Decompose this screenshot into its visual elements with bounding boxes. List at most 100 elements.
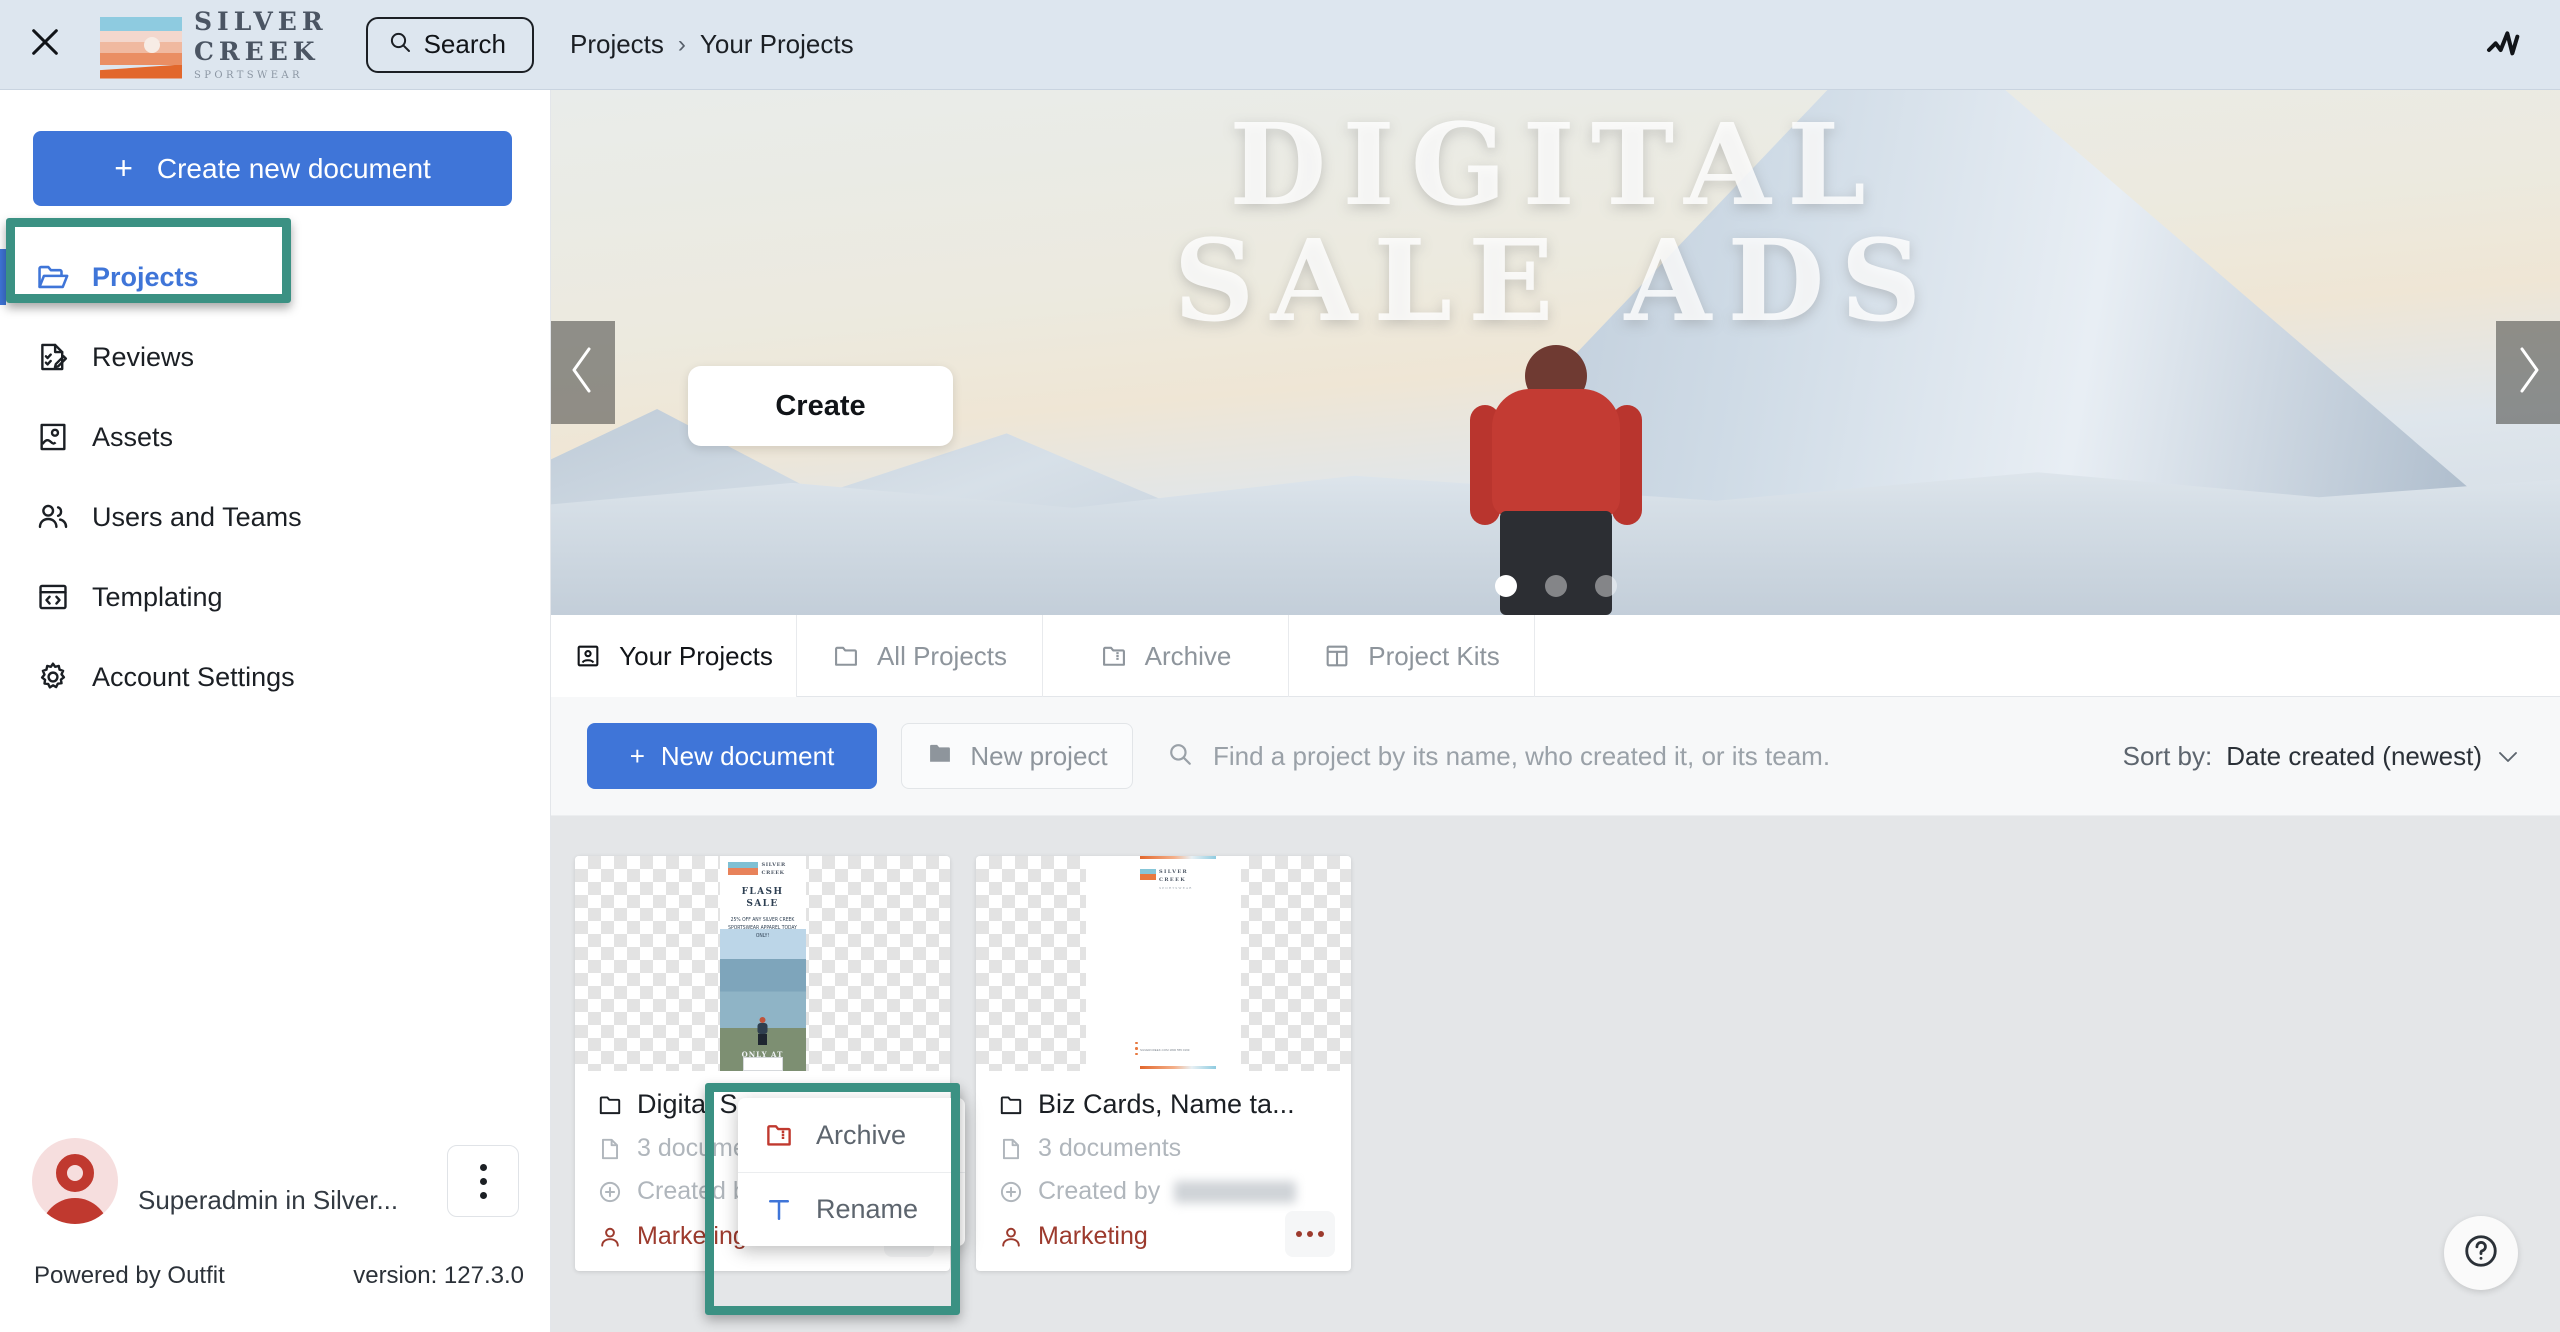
projects-toolbar: + New document New project Find a projec… <box>551 697 2560 816</box>
user-menu-button[interactable] <box>447 1145 519 1217</box>
tab-label: Your Projects <box>619 640 773 671</box>
context-menu-item-label: Rename <box>816 1194 919 1224</box>
project-tabs: Your Projects All Projects Archive Proje… <box>551 615 2560 697</box>
tab-label: All Projects <box>876 640 1008 671</box>
tab-label: Archive <box>1144 640 1232 671</box>
thumbnail-artwork-letterhead: SILVER CREEK SPORTSWEAR SILVERCREEK.COM … <box>1086 856 1241 1071</box>
sort-by-dropdown[interactable]: Sort by: Date created (newest) <box>2123 741 2520 772</box>
tab-all-projects[interactable]: All Projects <box>797 615 1043 697</box>
powered-by-label: Powered by Outfit <box>34 1262 225 1289</box>
tab-archive[interactable]: Archive <box>1043 615 1289 697</box>
tab-your-projects[interactable]: Your Projects <box>551 615 797 697</box>
person-icon <box>998 1224 1024 1250</box>
question-circle-icon <box>2462 1232 2500 1275</box>
sidebar-item-users-and-teams[interactable]: Users and Teams <box>0 477 551 557</box>
kebab-dot <box>479 1191 487 1199</box>
user-role: Superadmin in Silver... <box>138 1185 399 1215</box>
carousel-dot-3[interactable] <box>1594 575 1617 597</box>
document-count-label: 3 documents <box>1038 1134 1182 1162</box>
chevron-left-icon <box>565 344 601 401</box>
user-profile-row[interactable]: Superadmin in Silver... <box>32 1138 519 1224</box>
carousel-dot-2[interactable] <box>1544 575 1567 597</box>
carousel-dots <box>1494 575 1617 597</box>
folder-open-icon <box>36 260 70 294</box>
carousel-next-button[interactable] <box>2496 321 2560 424</box>
plus-icon: + <box>629 740 645 771</box>
sidebar-nav: Projects Reviews Assets Users and Teams … <box>0 237 551 717</box>
find-project-placeholder: Find a project by its name, who created … <box>1213 740 1831 771</box>
project-card-more-button[interactable] <box>1285 1211 1335 1257</box>
kit-icon <box>1323 642 1351 670</box>
sidebar-item-label: Users and Teams <box>92 501 302 532</box>
sort-by-label: Sort by: <box>2122 740 2213 771</box>
folder-icon <box>832 642 860 670</box>
create-new-document-button[interactable]: + Create new document <box>33 131 512 206</box>
context-menu-item-archive[interactable]: Archive <box>738 1098 965 1172</box>
project-card[interactable]: SILVER CREEK SPORTSWEAR SILVERCREEK.COM … <box>976 856 1351 1271</box>
hero-create-button[interactable]: Create <box>688 366 953 446</box>
dot <box>1307 1231 1313 1237</box>
carousel-prev-button[interactable] <box>551 321 615 424</box>
chevron-right-icon <box>2510 344 2546 401</box>
team-name: Marketing <box>1038 1222 1148 1250</box>
help-button[interactable] <box>2444 1216 2518 1290</box>
archive-folder-icon <box>764 1120 794 1150</box>
sidebar-item-account-settings[interactable]: Account Settings <box>0 637 551 717</box>
close-button[interactable] <box>0 0 90 90</box>
person-icon <box>597 1224 623 1250</box>
text-cursor-icon <box>764 1195 794 1225</box>
sidebar-item-label: Account Settings <box>92 661 295 692</box>
breadcrumb-root[interactable]: Projects <box>570 29 664 60</box>
new-project-label: New project <box>970 740 1108 771</box>
breadcrumb-current[interactable]: Your Projects <box>700 29 854 60</box>
created-icon <box>998 1179 1024 1205</box>
create-new-document-label: Create new document <box>156 152 431 184</box>
brand-name-line1: SILVER <box>194 6 328 36</box>
sidebar-item-reviews[interactable]: Reviews <box>0 317 551 397</box>
carousel-dot-1[interactable] <box>1494 575 1517 597</box>
dot <box>1318 1231 1324 1237</box>
sidebar-item-projects[interactable]: Projects <box>0 237 551 317</box>
new-document-button[interactable]: + New document <box>587 723 877 789</box>
project-thumbnail: SILVER CREEK FLASH SALE 25% OFF ANY SILV… <box>575 856 950 1071</box>
folder-icon <box>998 1092 1024 1118</box>
project-context-menu: Archive Rename <box>738 1098 965 1246</box>
project-team[interactable]: Marketing <box>998 1222 1329 1251</box>
project-card-title: Biz Cards, Name ta... <box>998 1089 1329 1120</box>
search-icon <box>1167 741 1193 772</box>
sidebar: + Create new document Projects Reviews A… <box>0 90 551 1332</box>
activity-chart-icon[interactable] <box>2476 17 2532 73</box>
created-by-name-redacted <box>1174 1180 1297 1203</box>
your-projects-icon <box>574 642 602 670</box>
search-button[interactable]: Search <box>365 16 534 73</box>
sidebar-item-label: Templating <box>92 581 223 612</box>
user-name-redacted <box>138 1146 437 1176</box>
project-created-by: Created by <box>998 1177 1329 1206</box>
project-card-body: Biz Cards, Name ta... 3 documents Create… <box>976 1071 1351 1271</box>
chevron-down-icon <box>2496 741 2520 772</box>
tab-label: Project Kits <box>1368 640 1500 671</box>
thumb-footer: SILVERCREEK.COM 1800 555 0199 <box>1140 1047 1190 1052</box>
tab-project-kits[interactable]: Project Kits <box>1289 615 1535 697</box>
thumbnail-artwork-banner: SILVER CREEK FLASH SALE 25% OFF ANY SILV… <box>719 856 806 1071</box>
hero-title-line1: DIGITAL <box>1229 100 1882 231</box>
team-name: Marketing <box>637 1222 747 1250</box>
projects-grid: SILVER CREEK FLASH SALE 25% OFF ANY SILV… <box>551 816 2560 1332</box>
new-document-label: New document <box>660 740 835 771</box>
sidebar-item-assets[interactable]: Assets <box>0 397 551 477</box>
top-bar: SILVER CREEK SPORTSWEAR Search Projects … <box>0 0 2560 90</box>
find-project-input[interactable]: Find a project by its name, who created … <box>1167 741 2123 772</box>
breadcrumb-separator: › <box>677 30 686 58</box>
thumb-headline: FLASH SALE <box>741 887 784 910</box>
thumb-brand: SILVER CREEK SPORTSWEAR <box>1159 869 1193 890</box>
sidebar-item-label: Projects <box>92 261 199 292</box>
folder-filled-icon <box>926 739 954 774</box>
context-menu-item-rename[interactable]: Rename <box>738 1172 965 1246</box>
archive-icon <box>1100 642 1128 670</box>
user-meta: Superadmin in Silver... <box>138 1146 437 1216</box>
sidebar-item-templating[interactable]: Templating <box>0 557 551 637</box>
new-project-button[interactable]: New project <box>901 723 1133 789</box>
sidebar-footer: Powered by Outfit version: 127.3.0 <box>34 1262 524 1290</box>
created-icon <box>597 1179 623 1205</box>
project-name: Biz Cards, Name ta... <box>1038 1089 1295 1119</box>
